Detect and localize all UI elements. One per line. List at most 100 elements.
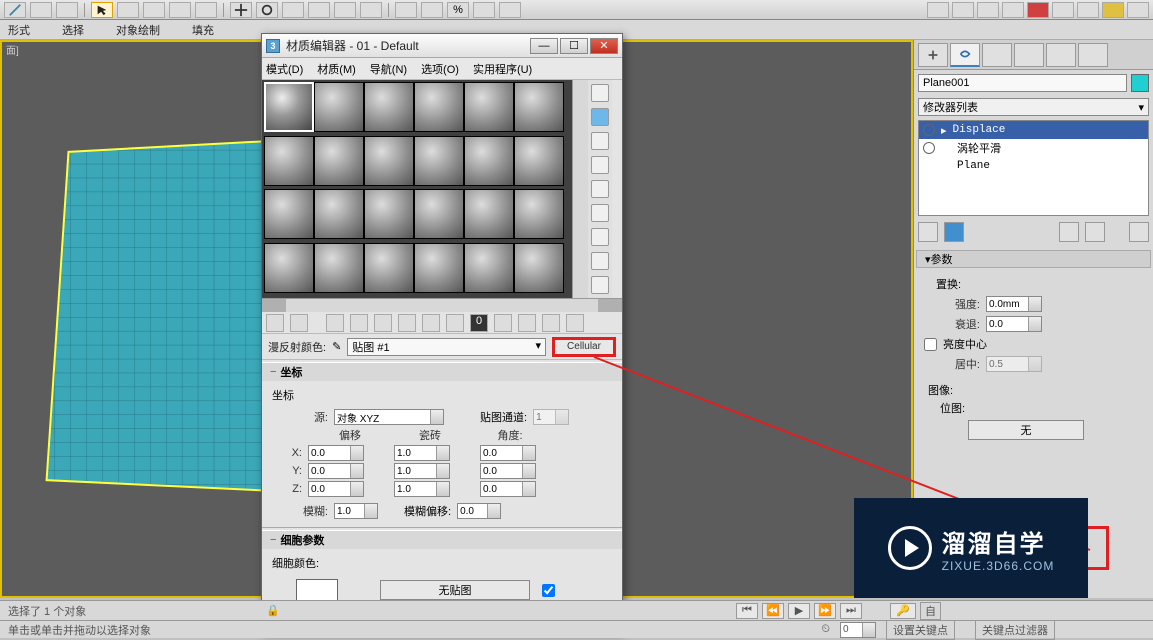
material-slot[interactable] [464, 243, 514, 293]
key-mode-icon[interactable]: 🔑 [890, 603, 916, 619]
select-icon[interactable] [91, 2, 113, 18]
material-slot[interactable] [414, 243, 464, 293]
menu-utilities[interactable]: 实用程序(U) [473, 61, 532, 77]
lock-icon[interactable]: 🔒 [266, 604, 280, 617]
source-combo[interactable]: 对象 XYZ [334, 409, 444, 425]
maximize-button[interactable]: ☐ [560, 38, 588, 54]
params-rollout-header[interactable]: ▾ 参数 [916, 250, 1151, 268]
cell-map-enable-checkbox[interactable] [542, 584, 555, 597]
tool-icon[interactable] [56, 2, 78, 18]
material-slot[interactable] [314, 189, 364, 239]
tool-icon[interactable] [952, 2, 974, 18]
material-slot[interactable] [264, 189, 314, 239]
tool-icon[interactable] [499, 2, 521, 18]
cell-map-button[interactable]: 无贴图 [380, 580, 530, 600]
material-slot[interactable] [464, 136, 514, 186]
key-filter-button[interactable]: 关键点过滤器 [975, 620, 1055, 640]
close-button[interactable]: ✕ [590, 38, 618, 54]
menu-mode[interactable]: 模式(D) [266, 61, 303, 77]
time-config-icon[interactable]: ⏲ [821, 623, 830, 636]
horizontal-scrollbar[interactable] [262, 298, 622, 312]
tile-y-spinner[interactable]: 1.0 [394, 463, 450, 479]
menu-options[interactable]: 选项(O) [421, 61, 459, 77]
auto-key-button[interactable]: 自 [920, 602, 941, 620]
make-unique-icon[interactable] [1059, 222, 1079, 242]
make-preview-icon[interactable] [591, 204, 609, 222]
modifier-list-combo[interactable]: 修改器列表 ▾ [918, 98, 1149, 116]
material-slot[interactable] [464, 189, 514, 239]
angle-x-spinner[interactable]: 0.0 [480, 445, 536, 461]
set-key-button[interactable]: 设置关键点 [886, 620, 955, 640]
center-spinner[interactable]: 0.5 [986, 356, 1042, 372]
menu-item[interactable]: 填充 [192, 22, 214, 38]
material-slot[interactable] [514, 82, 564, 132]
tool-icon[interactable] [421, 2, 443, 18]
tool-icon[interactable] [395, 2, 417, 18]
menu-item[interactable]: 选择 [62, 22, 84, 38]
create-tab-icon[interactable] [918, 43, 948, 67]
scrollbar-thumb[interactable] [262, 299, 286, 312]
goto-end-icon[interactable]: ⏭ [840, 603, 862, 619]
scrollbar-thumb[interactable] [598, 299, 622, 312]
options-icon[interactable] [591, 228, 609, 246]
backlight-icon[interactable] [591, 108, 609, 126]
next-frame-icon[interactable]: ⏩ [814, 603, 836, 619]
coordinates-rollout-header[interactable]: − 坐标 [262, 363, 622, 381]
rotate-icon[interactable] [256, 2, 278, 18]
utilities-tab-icon[interactable] [1078, 43, 1108, 67]
eye-icon[interactable] [923, 142, 935, 154]
material-slot[interactable] [514, 136, 564, 186]
material-slot[interactable] [414, 189, 464, 239]
offset-x-spinner[interactable]: 0.0 [308, 445, 364, 461]
video-check-icon[interactable] [591, 180, 609, 198]
eye-icon[interactable] [923, 124, 935, 136]
frame-spinner[interactable]: 0 [840, 622, 876, 638]
material-type-button[interactable]: Cellular [552, 337, 616, 357]
tool-icon[interactable] [195, 2, 217, 18]
assign-to-selection-icon[interactable] [326, 314, 344, 332]
menu-item[interactable]: 对象绘制 [116, 22, 160, 38]
blur-spinner[interactable]: 1.0 [334, 503, 378, 519]
show-end-result-icon[interactable] [518, 314, 536, 332]
goto-start-icon[interactable]: ⏮ [736, 603, 758, 619]
make-copy-icon[interactable] [398, 314, 416, 332]
tool-icon[interactable] [143, 2, 165, 18]
material-slot[interactable] [414, 82, 464, 132]
modifier-row-displace[interactable]: ▸ Displace [919, 121, 1148, 139]
go-to-parent-icon[interactable] [542, 314, 560, 332]
lum-center-checkbox[interactable] [924, 338, 937, 351]
material-slot[interactable] [514, 243, 564, 293]
material-slot[interactable] [364, 82, 414, 132]
play-icon[interactable]: ▶ [788, 603, 810, 619]
go-forward-icon[interactable] [566, 314, 584, 332]
material-slot[interactable] [514, 189, 564, 239]
material-slot[interactable] [264, 136, 314, 186]
tool-icon[interactable] [977, 2, 999, 18]
tile-x-spinner[interactable]: 1.0 [394, 445, 450, 461]
tool-icon[interactable] [1002, 2, 1024, 18]
menu-nav[interactable]: 导航(N) [370, 61, 407, 77]
eyedropper-icon[interactable]: ✎ [332, 340, 341, 353]
blur-offset-spinner[interactable]: 0.0 [457, 503, 501, 519]
tool-icon[interactable] [308, 2, 330, 18]
tool-icon[interactable] [117, 2, 139, 18]
object-name-input[interactable] [918, 74, 1127, 92]
render-icon[interactable] [1102, 2, 1124, 18]
menu-material[interactable]: 材质(M) [317, 61, 356, 77]
select-by-material-icon[interactable] [591, 252, 609, 270]
tool-icon[interactable] [1052, 2, 1074, 18]
tool-icon[interactable] [473, 2, 495, 18]
tool-icon[interactable] [927, 2, 949, 18]
tool-icon[interactable] [360, 2, 382, 18]
map-name-combo[interactable]: 贴图 #1 ▾ [347, 338, 546, 356]
material-slot[interactable] [414, 136, 464, 186]
tool-icon[interactable] [1077, 2, 1099, 18]
material-slot[interactable] [364, 189, 414, 239]
map-channel-spinner[interactable]: 1 [533, 409, 569, 425]
menu-item[interactable]: 形式 [8, 22, 30, 38]
show-in-viewport-icon[interactable] [494, 314, 512, 332]
material-slot[interactable] [314, 82, 364, 132]
tool-icon[interactable] [1127, 2, 1149, 18]
modifier-row-turbosmooth[interactable]: 涡轮平滑 [919, 139, 1148, 157]
modifier-row-plane[interactable]: Plane [919, 157, 1148, 175]
